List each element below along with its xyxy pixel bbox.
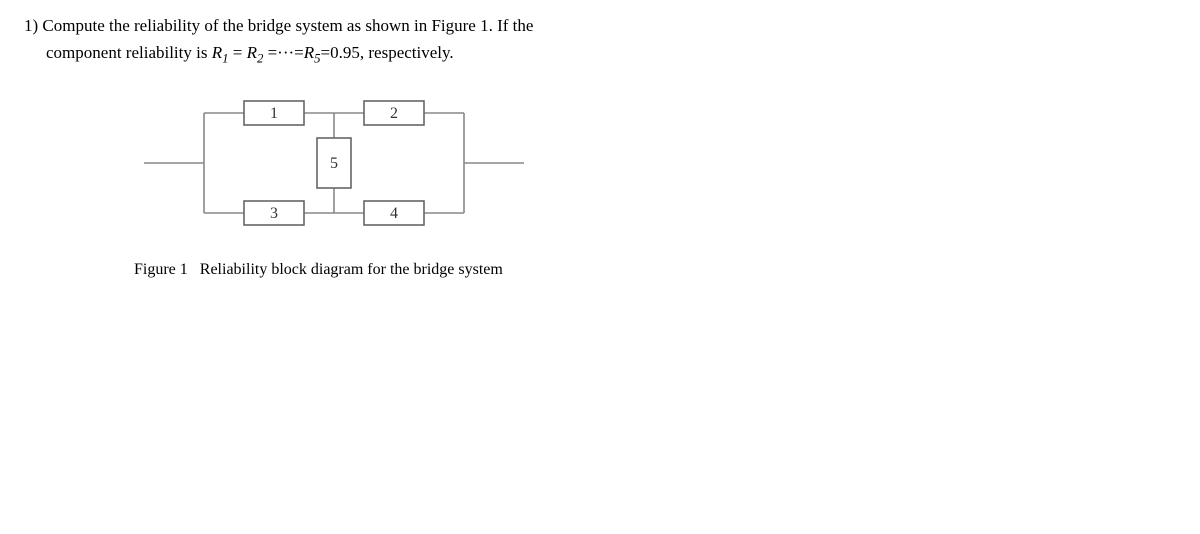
block-5-label: 5 [330, 155, 338, 172]
block-4-label: 4 [390, 205, 398, 222]
block-3-label: 3 [270, 205, 278, 222]
caption-text: Reliability block diagram for the bridge… [200, 261, 503, 278]
bridge-diagram: 1 2 3 4 5 [144, 83, 1176, 243]
question-text: 1) Compute the reliability of the bridge… [24, 12, 1176, 69]
caption-label: Figure 1 [134, 261, 188, 278]
block-1-label: 1 [270, 105, 278, 122]
question-line-2: component reliability is R1 = R2 =···=R5… [24, 39, 1176, 69]
figure-caption: Figure 1 Reliability block diagram for t… [134, 257, 1176, 283]
block-2-label: 2 [390, 105, 398, 122]
question-line-1: 1) Compute the reliability of the bridge… [24, 12, 1176, 39]
bridge-diagram-svg: 1 2 3 4 5 [144, 83, 524, 243]
